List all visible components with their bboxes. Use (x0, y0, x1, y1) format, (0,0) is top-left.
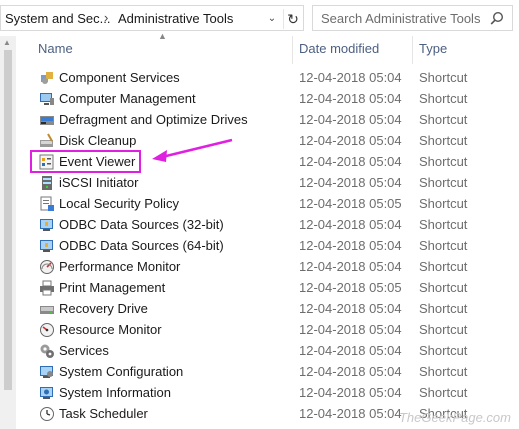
file-date: 12-04-2018 05:04 (299, 364, 402, 379)
file-row-defragment[interactable]: Defragment and Optimize Drives 12-04-201… (0, 109, 519, 130)
search-icon[interactable] (490, 11, 504, 25)
defragment-icon (40, 116, 54, 125)
column-header-name[interactable]: Name (38, 41, 73, 56)
system-information-icon (40, 387, 53, 399)
file-type: Shortcut (419, 70, 468, 85)
column-header-type[interactable]: Type (419, 41, 447, 56)
watermark: TheGeekPage.com (398, 410, 511, 425)
file-row-resource-monitor[interactable]: Resource Monitor 12-04-2018 05:04 Shortc… (0, 319, 519, 340)
file-row-disk-cleanup[interactable]: Disk Cleanup 12-04-2018 05:04 Shortcut (0, 130, 519, 151)
file-type: Shortcut (419, 112, 468, 127)
file-name: Resource Monitor (59, 322, 162, 337)
computer-management-icon (40, 93, 54, 105)
scroll-up-icon[interactable]: ▲ (3, 38, 11, 47)
file-name: iSCSI Initiator (59, 175, 139, 190)
resource-monitor-icon (40, 323, 54, 337)
file-date: 12-04-2018 05:04 (299, 112, 402, 127)
file-name: Disk Cleanup (59, 133, 137, 148)
odbc-icon (40, 240, 53, 252)
file-name: Computer Management (59, 91, 196, 106)
file-date: 12-04-2018 05:04 (299, 343, 402, 358)
file-row-system-configuration[interactable]: System Configuration 12-04-2018 05:04 Sh… (0, 361, 519, 382)
file-date: 12-04-2018 05:04 (299, 154, 402, 169)
file-date: 12-04-2018 05:04 (299, 70, 402, 85)
column-divider[interactable] (292, 36, 293, 64)
file-date: 12-04-2018 05:04 (299, 259, 402, 274)
performance-monitor-icon (40, 260, 54, 274)
file-name: Services (59, 343, 109, 358)
odbc-icon (40, 219, 53, 231)
task-scheduler-icon (40, 407, 54, 421)
address-bar[interactable]: System and Sec... › Administrative Tools… (0, 5, 304, 31)
file-type: Shortcut (419, 196, 468, 211)
file-row-iscsi-initiator[interactable]: iSCSI Initiator 12-04-2018 05:04 Shortcu… (0, 172, 519, 193)
print-management-icon (40, 280, 54, 296)
file-date: 12-04-2018 05:04 (299, 91, 402, 106)
file-date: 12-04-2018 05:05 (299, 280, 402, 295)
file-row-recovery-drive[interactable]: Recovery Drive 12-04-2018 05:04 Shortcut (0, 298, 519, 319)
file-name: Recovery Drive (59, 301, 148, 316)
security-policy-icon (40, 196, 54, 211)
file-name: ODBC Data Sources (64-bit) (59, 238, 224, 253)
file-row-computer-management[interactable]: Computer Management 12-04-2018 05:04 Sho… (0, 88, 519, 109)
breadcrumb-system-and-security[interactable]: System and Sec... (5, 11, 111, 26)
file-date: 12-04-2018 05:04 (299, 175, 402, 190)
file-type: Shortcut (419, 364, 468, 379)
file-row-system-information[interactable]: System Information 12-04-2018 05:04 Shor… (0, 382, 519, 403)
file-row-odbc-64[interactable]: ODBC Data Sources (64-bit) 12-04-2018 05… (0, 235, 519, 256)
sort-ascending-icon: ▲ (158, 31, 167, 41)
file-name: ODBC Data Sources (32-bit) (59, 217, 224, 232)
file-name: Performance Monitor (59, 259, 181, 274)
file-type: Shortcut (419, 301, 468, 316)
file-type: Shortcut (419, 91, 468, 106)
component-services-icon (41, 72, 53, 84)
file-name: Local Security Policy (59, 196, 179, 211)
column-divider[interactable] (412, 36, 413, 64)
search-input[interactable]: Search Administrative Tools (312, 5, 513, 31)
file-row-local-security-policy[interactable]: Local Security Policy 12-04-2018 05:05 S… (0, 193, 519, 214)
file-type: Shortcut (419, 280, 468, 295)
file-type: Shortcut (419, 175, 468, 190)
column-header-date-modified[interactable]: Date modified (299, 41, 379, 56)
file-date: 12-04-2018 05:04 (299, 217, 402, 232)
file-name: Defragment and Optimize Drives (59, 112, 248, 127)
file-name: Task Scheduler (59, 406, 148, 421)
file-date: 12-04-2018 05:04 (299, 301, 402, 316)
file-date: 12-04-2018 05:04 (299, 322, 402, 337)
file-row-services[interactable]: Services 12-04-2018 05:04 Shortcut (0, 340, 519, 361)
services-icon (40, 344, 54, 358)
file-date: 12-04-2018 05:05 (299, 196, 402, 211)
file-type: Shortcut (419, 322, 468, 337)
breadcrumb-separator-icon[interactable]: › (104, 10, 108, 25)
search-placeholder: Search Administrative Tools (321, 11, 481, 26)
file-row-component-services[interactable]: Component Services 12-04-2018 05:04 Shor… (0, 67, 519, 88)
disk-cleanup-icon (40, 133, 53, 147)
refresh-icon[interactable]: ↻ (283, 9, 302, 29)
iscsi-icon (42, 176, 52, 190)
file-type: Shortcut (419, 238, 468, 253)
file-name: System Configuration (59, 364, 184, 379)
file-type: Shortcut (419, 217, 468, 232)
recovery-drive-icon (40, 306, 54, 314)
file-date: 12-04-2018 05:04 (299, 238, 402, 253)
breadcrumb-administrative-tools[interactable]: Administrative Tools (118, 11, 233, 26)
file-type: Shortcut (419, 154, 468, 169)
file-type: Shortcut (419, 133, 468, 148)
annotation-highlight-box (30, 150, 141, 173)
file-row-print-management[interactable]: Print Management 12-04-2018 05:05 Shortc… (0, 277, 519, 298)
file-row-odbc-32[interactable]: ODBC Data Sources (32-bit) 12-04-2018 05… (0, 214, 519, 235)
file-date: 12-04-2018 05:04 (299, 385, 402, 400)
file-type: Shortcut (419, 343, 468, 358)
file-name: Print Management (59, 280, 166, 295)
file-date: 12-04-2018 05:04 (299, 406, 402, 421)
file-type: Shortcut (419, 385, 468, 400)
file-name: Component Services (59, 70, 180, 85)
system-configuration-icon (40, 366, 53, 378)
file-type: Shortcut (419, 259, 468, 274)
file-row-performance-monitor[interactable]: Performance Monitor 12-04-2018 05:04 Sho… (0, 256, 519, 277)
chevron-down-icon[interactable]: ⌄ (264, 10, 280, 28)
file-name: System Information (59, 385, 171, 400)
file-date: 12-04-2018 05:04 (299, 133, 402, 148)
